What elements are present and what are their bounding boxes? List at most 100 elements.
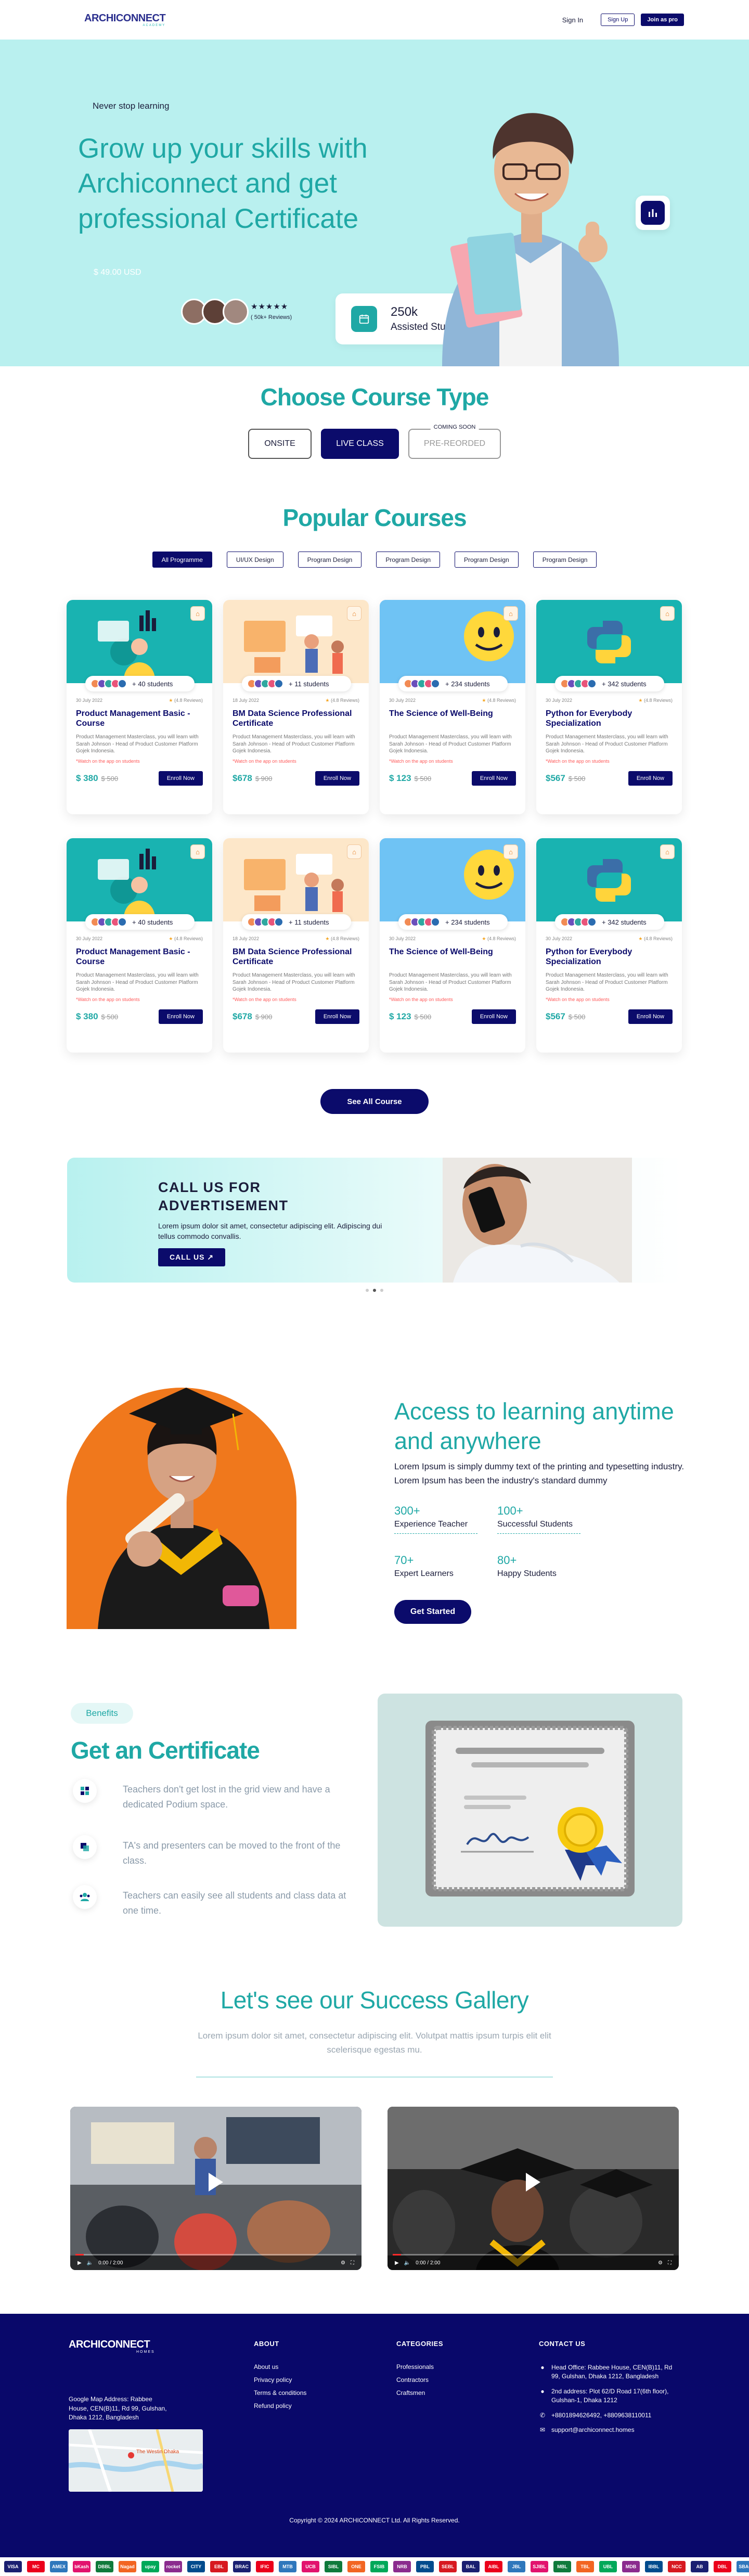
bookmark-icon[interactable]: ⌂ xyxy=(503,606,518,621)
stat-label: Expert Learners xyxy=(394,1569,454,1578)
course-title[interactable]: The Science of Well-Being xyxy=(389,709,516,729)
course-card[interactable]: ⌂ + 234 students 30 July 2022 (4.8 Reviews)… xyxy=(380,838,525,1053)
advert-title-line2: ADVERTISEMENT xyxy=(158,1197,289,1213)
see-all-course-button[interactable]: See All Course xyxy=(320,1089,429,1114)
student-avatars xyxy=(404,917,440,927)
course-price: $567 $ 500 xyxy=(546,773,585,784)
course-title[interactable]: Python for Everybody Specialization xyxy=(546,709,673,729)
fullscreen-icon[interactable]: ⛶ xyxy=(351,2260,354,2266)
course-image[interactable]: ⌂ xyxy=(223,600,369,683)
student-avatars xyxy=(91,917,127,927)
signin-link[interactable]: Sign In xyxy=(562,16,583,24)
student-avatars xyxy=(247,917,283,927)
video-player[interactable]: ▶ 🔈 0:00 / 2:00 ⚙ ⛶ xyxy=(70,2107,361,2271)
filter-program-design[interactable]: Program Design xyxy=(298,552,362,568)
carousel-dot[interactable] xyxy=(380,1289,383,1292)
play-icon[interactable] xyxy=(209,2172,223,2191)
carousel-dot-active[interactable] xyxy=(373,1289,376,1292)
signup-button[interactable]: Sign Up xyxy=(601,14,635,26)
course-title[interactable]: BM Data Science Professional Certificate xyxy=(233,947,359,968)
certificate-section: Benefits Get an Certificate Teachers don… xyxy=(0,1643,749,1927)
enroll-now-button[interactable]: Enroll Now xyxy=(628,1009,673,1024)
filter-program-design[interactable]: Program Design xyxy=(376,552,441,568)
footer-link-refund[interactable]: Refund policy xyxy=(254,2402,306,2410)
course-image[interactable]: ⌂ xyxy=(67,600,212,683)
enroll-now-button[interactable]: Enroll Now xyxy=(628,771,673,786)
logo[interactable]: ARCHICONNECT ACADEMY xyxy=(84,13,166,27)
contact-phone[interactable]: ✆ +8801894626492, +8809638110011 xyxy=(539,2411,674,2420)
bookmark-icon[interactable]: ⌂ xyxy=(190,844,205,859)
course-image[interactable]: ⌂ xyxy=(536,600,682,683)
footer-link-privacy[interactable]: Privacy policy xyxy=(254,2376,306,2383)
fullscreen-icon[interactable]: ⛶ xyxy=(668,2260,671,2266)
filter-uiux-design[interactable]: UI/UX Design xyxy=(226,552,283,568)
enroll-now-button[interactable]: Enroll Now xyxy=(158,1009,203,1024)
course-title[interactable]: Python for Everybody Specialization xyxy=(546,947,673,968)
filter-program-design[interactable]: Program Design xyxy=(455,552,519,568)
course-card[interactable]: ⌂ + 11 students 18 July 2022 (4.8 Reviews) B… xyxy=(223,600,369,814)
payment-logo: FSIB xyxy=(370,2561,388,2573)
bookmark-icon[interactable]: ⌂ xyxy=(190,606,205,621)
enroll-now-button[interactable]: Enroll Now xyxy=(315,1009,359,1024)
bookmark-icon[interactable]: ⌂ xyxy=(503,844,518,859)
course-card[interactable]: ⌂ + 40 students 30 July 2022 (4.8 Reviews) P… xyxy=(67,600,212,814)
prerecorded-button[interactable]: COMING SOON PRE-REORDED xyxy=(408,424,501,459)
course-image[interactable]: ⌂ xyxy=(380,838,525,921)
onsite-button[interactable]: ONSITE xyxy=(248,429,312,459)
footer-link-craftsmen[interactable]: Craftsmen xyxy=(396,2389,443,2396)
live-class-button[interactable]: LIVE CLASS xyxy=(321,429,399,459)
volume-icon[interactable]: 🔈 xyxy=(404,2260,410,2266)
bookmark-icon[interactable]: ⌂ xyxy=(660,844,675,859)
filter-all-programme[interactable]: All Programme xyxy=(152,552,212,568)
bookmark-icon[interactable]: ⌂ xyxy=(347,606,361,621)
course-image[interactable]: ⌂ xyxy=(380,600,525,683)
course-footer: $567 $ 500 Enroll Now xyxy=(546,1009,673,1024)
course-title[interactable]: The Science of Well-Being xyxy=(389,947,516,968)
settings-icon[interactable]: ⚙ xyxy=(341,2260,345,2266)
enroll-now-button[interactable]: Enroll Now xyxy=(471,1009,516,1024)
bookmark-icon[interactable]: ⌂ xyxy=(660,606,675,621)
course-note: *Watch on the app on students xyxy=(389,997,453,1002)
footer-link-professionals[interactable]: Professionals xyxy=(396,2363,443,2370)
play-small-icon[interactable]: ▶ xyxy=(395,2260,399,2266)
join-pro-button[interactable]: Join as pro xyxy=(641,14,684,26)
contact-email[interactable]: ✉ support@archiconnect.homes xyxy=(539,2426,674,2434)
course-card[interactable]: ⌂ + 234 students 30 July 2022 (4.8 Reviews)… xyxy=(380,600,525,814)
get-started-button[interactable]: Get Started xyxy=(394,1600,471,1624)
footer-about: ABOUT About us Privacy policy Terms & co… xyxy=(254,2340,306,2415)
course-date: 30 July 2022 xyxy=(389,936,416,941)
course-card[interactable]: ⌂ + 11 students 18 July 2022 (4.8 Reviews) B… xyxy=(223,838,369,1053)
course-image[interactable]: ⌂ xyxy=(223,838,369,921)
payment-logo: CITY xyxy=(187,2561,205,2573)
course-image[interactable]: ⌂ xyxy=(67,838,212,921)
settings-icon[interactable]: ⚙ xyxy=(658,2260,663,2266)
footer-link-contractors[interactable]: Contractors xyxy=(396,2376,443,2383)
footer-map[interactable]: The Westin Dhaka xyxy=(69,2429,203,2492)
filter-program-design[interactable]: Program Design xyxy=(533,552,597,568)
bookmark-icon[interactable]: ⌂ xyxy=(347,844,361,859)
advertisement-banner: CALL US FOR ADVERTISEMENT Lorem ipsum do… xyxy=(67,1158,682,1283)
enroll-now-button[interactable]: Enroll Now xyxy=(315,771,359,786)
enroll-now-button[interactable]: Enroll Now xyxy=(471,771,516,786)
carousel-dot[interactable] xyxy=(366,1289,369,1292)
footer-link-terms[interactable]: Terms & conditions xyxy=(254,2389,306,2396)
students-pill: + 234 students xyxy=(398,914,508,930)
volume-icon[interactable]: 🔈 xyxy=(87,2260,93,2266)
course-card[interactable]: ⌂ + 342 students 30 July 2022 (4.8 Reviews)… xyxy=(536,600,682,814)
footer-logo[interactable]: ARCHICONNECT xyxy=(69,2339,150,2351)
course-title[interactable]: Product Management Basic - Course xyxy=(76,947,203,968)
course-card[interactable]: ⌂ + 342 students 30 July 2022 (4.8 Reviews)… xyxy=(536,838,682,1053)
course-card[interactable]: ⌂ + 40 students 30 July 2022 (4.8 Reviews) P… xyxy=(67,838,212,1053)
course-footer: $678 $ 900 Enroll Now xyxy=(233,1009,359,1024)
video-player[interactable]: ▶ 🔈 0:00 / 2:00 ⚙ ⛶ xyxy=(388,2107,679,2271)
play-icon[interactable] xyxy=(526,2172,540,2191)
course-title[interactable]: BM Data Science Professional Certificate xyxy=(233,709,359,729)
enroll-now-button[interactable]: Enroll Now xyxy=(158,771,203,786)
footer-link-about[interactable]: About us xyxy=(254,2363,306,2370)
play-small-icon[interactable]: ▶ xyxy=(78,2260,82,2266)
course-title[interactable]: Product Management Basic - Course xyxy=(76,709,203,729)
certificate-illustration-box xyxy=(378,1694,682,1927)
course-image[interactable]: ⌂ xyxy=(536,838,682,921)
payment-logo: SBAC xyxy=(737,2561,749,2573)
call-us-button[interactable]: CALL US ↗ xyxy=(158,1248,226,1266)
